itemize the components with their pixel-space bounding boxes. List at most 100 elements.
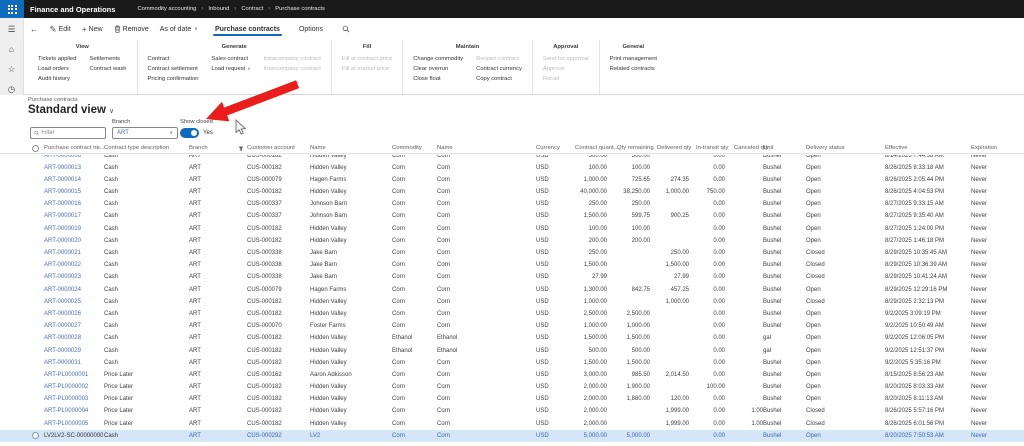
ribbon-item-audit-history[interactable]: Audit history: [38, 74, 76, 84]
column-header-commodity_name[interactable]: Name: [437, 143, 453, 154]
column-header-unit[interactable]: Unit: [763, 143, 773, 154]
grid-row[interactable]: ART-0000008CashARTCUS-000182Hidden Valle…: [0, 155, 1024, 162]
column-header-delivery_status[interactable]: Delivery status: [806, 143, 845, 154]
column-header-in_transit_qty[interactable]: In-transit qty: [696, 143, 728, 154]
cell-contract[interactable]: ART-0000027: [44, 320, 103, 332]
hamburger-menu-icon[interactable]: ☰: [4, 23, 20, 35]
column-header-expiration[interactable]: Expiration: [971, 143, 997, 154]
ribbon-item-related-contracts[interactable]: Related contracts: [610, 64, 657, 74]
grid-row[interactable]: ART-0000026CashARTCUS-000182Hidden Valle…: [0, 308, 1024, 320]
column-header-currency[interactable]: Currency: [536, 143, 560, 154]
grid-row[interactable]: ART-PL0000003Price LaterARTCUS-000182Hid…: [0, 393, 1024, 405]
remove-button[interactable]: Remove: [114, 25, 149, 33]
grid-row[interactable]: ART-0000016CashARTCUS-000337Johnson Barn…: [0, 198, 1024, 210]
column-header-effective[interactable]: Effective: [885, 143, 907, 154]
column-header-name[interactable]: Name: [310, 143, 326, 154]
ribbon-item-load-request[interactable]: Load request∨: [211, 64, 250, 74]
cell-contract[interactable]: ART-0000023: [44, 271, 103, 283]
ribbon-item-contract-wash[interactable]: Contract wash: [89, 64, 126, 74]
cell-contract[interactable]: ART-0000014: [44, 174, 103, 186]
ribbon-item-contract-settlement[interactable]: Contract settlement: [148, 64, 199, 74]
column-header-delivered_qty[interactable]: Delivered qty: [657, 143, 691, 154]
tab-options[interactable]: Options: [297, 22, 325, 36]
grid-row[interactable]: ART-PL0000001Price LaterARTCUS-000162Aar…: [0, 369, 1024, 381]
grid-row-selected[interactable]: LV2LV2-SC-000000001CashARTCUS-000292LV2C…: [0, 430, 1024, 442]
cell-contract[interactable]: ART-0000024: [44, 284, 103, 296]
grid-row[interactable]: ART-0000031CashARTCUS-000182Hidden Valle…: [0, 357, 1024, 369]
grid-row[interactable]: ART-0000021CashARTCUS-000338Jake BarnCor…: [0, 247, 1024, 259]
grid-row[interactable]: ART-PL0000002Price LaterARTCUS-000182Hid…: [0, 381, 1024, 393]
recent-clock-icon[interactable]: ◷: [4, 83, 20, 95]
grid-row[interactable]: ART-0000017CashARTCUS-000337Johnson Barn…: [0, 210, 1024, 222]
cell-contract[interactable]: ART-PL0000005: [44, 418, 103, 430]
ribbon-item-load-orders[interactable]: Load orders: [38, 64, 76, 74]
cell-contract[interactable]: ART-0000022: [44, 259, 103, 271]
grid-row[interactable]: ART-0000028CashARTCUS-000182Hidden Valle…: [0, 332, 1024, 344]
cell-contract[interactable]: ART-0000013: [44, 162, 103, 174]
cell-contract[interactable]: ART-0000020: [44, 235, 103, 247]
home-icon[interactable]: ⌂: [4, 43, 20, 55]
show-closed-toggle[interactable]: [180, 128, 199, 138]
edit-button[interactable]: ✎Edit: [50, 25, 71, 34]
cell-contract[interactable]: ART-PL0000003: [44, 393, 103, 405]
ribbon-item-settlements[interactable]: Settlements: [89, 54, 126, 64]
back-button[interactable]: ←: [30, 25, 39, 34]
cell-contract[interactable]: ART-0000031: [44, 357, 103, 369]
cell-contract[interactable]: ART-0000028: [44, 332, 103, 344]
cell-contract[interactable]: ART-0000029: [44, 345, 103, 357]
grid-filter-input[interactable]: [41, 130, 102, 136]
ribbon-item-copy-contract[interactable]: Copy contract: [476, 74, 522, 84]
row-select-checkbox[interactable]: [32, 432, 39, 439]
grid-row[interactable]: ART-0000014CashARTCUS-000079Hagen FarmsC…: [0, 174, 1024, 186]
as-of-date-button[interactable]: As of date∨: [160, 26, 198, 33]
cell-contract[interactable]: ART-0000008: [44, 155, 103, 162]
cell-contract[interactable]: ART-0000019: [44, 223, 103, 235]
favorites-star-icon[interactable]: ☆: [4, 63, 20, 75]
cell-contract[interactable]: ART-PL0000004: [44, 405, 103, 417]
grid-row[interactable]: ART-0000029CashARTCUS-000182Hidden Valle…: [0, 345, 1024, 357]
grid-row[interactable]: ART-0000019CashARTCUS-000182Hidden Valle…: [0, 223, 1024, 235]
grid-row[interactable]: ART-0000025CashARTCUS-000182Hidden Valle…: [0, 296, 1024, 308]
column-header-type[interactable]: Contract type description: [104, 143, 169, 154]
cell-contract[interactable]: ART-0000025: [44, 296, 103, 308]
grid-row[interactable]: ART-0000015CashARTCUS-000182Hidden Valle…: [0, 186, 1024, 198]
ribbon-item-print-management[interactable]: Print management: [610, 54, 657, 64]
action-search-button[interactable]: [342, 25, 350, 33]
breadcrumb-item[interactable]: Inbound: [208, 6, 229, 12]
new-button[interactable]: +New: [82, 25, 103, 34]
breadcrumb-item[interactable]: Contract: [241, 6, 263, 12]
grid-row[interactable]: ART-0000013CashARTCUS-000182Hidden Valle…: [0, 162, 1024, 174]
grid-row[interactable]: ART-0000024CashARTCUS-000079Hagen FarmsC…: [0, 284, 1024, 296]
branch-combobox[interactable]: ART ∨: [112, 127, 178, 139]
view-selector[interactable]: Standard view∨: [28, 104, 114, 116]
grid-row[interactable]: ART-PL0000005Price LaterARTCUS-000182Hid…: [0, 418, 1024, 430]
column-header-commodity[interactable]: Commodity: [392, 143, 422, 154]
column-header-branch[interactable]: Branch: [189, 143, 208, 154]
cell-contract[interactable]: LV2LV2-SC-000000001: [44, 430, 103, 442]
ribbon-item-tickets-applied[interactable]: Tickets applied: [38, 54, 76, 64]
column-header-qty_remaining[interactable]: Qty remaining: [617, 143, 654, 154]
ribbon-item-close-float[interactable]: Close float: [413, 74, 463, 84]
cell-contract[interactable]: ART-0000017: [44, 210, 103, 222]
grid-row[interactable]: ART-0000023CashARTCUS-000338Jake BarnCor…: [0, 271, 1024, 283]
cell-contract[interactable]: ART-0000021: [44, 247, 103, 259]
column-header-contract_qty[interactable]: Contract quant...: [575, 143, 619, 154]
grid-row[interactable]: ART-0000022CashARTCUS-000338Jake BarnCor…: [0, 259, 1024, 271]
select-all-checkbox[interactable]: [32, 145, 39, 152]
tab-purchase-contracts[interactable]: Purchase contracts: [213, 22, 282, 36]
ribbon-item-sales-contract[interactable]: Sales contract: [211, 54, 250, 64]
ribbon-item-change-commodity[interactable]: Change commodity: [413, 54, 463, 64]
cell-contract[interactable]: ART-PL0000002: [44, 381, 103, 393]
cell-contract[interactable]: ART-0000026: [44, 308, 103, 320]
grid-row[interactable]: ART-0000020CashARTCUS-000182Hidden Valle…: [0, 235, 1024, 247]
cell-contract[interactable]: ART-PL0000001: [44, 369, 103, 381]
cell-contract[interactable]: ART-0000015: [44, 186, 103, 198]
breadcrumb-item[interactable]: Commodity accounting: [137, 6, 196, 12]
ribbon-item-contract[interactable]: Contract: [148, 54, 199, 64]
breadcrumb-item[interactable]: Purchase contracts: [275, 6, 325, 12]
column-header-customer[interactable]: Customer account: [247, 143, 295, 154]
grid-row[interactable]: ART-0000027CashARTCUS-000070Foster Farms…: [0, 320, 1024, 332]
app-launcher-waffle-icon[interactable]: [0, 0, 24, 18]
ribbon-item-contract-currency[interactable]: Contract currency: [476, 64, 522, 74]
ribbon-item-clear-overrun[interactable]: Clear overrun: [413, 64, 463, 74]
